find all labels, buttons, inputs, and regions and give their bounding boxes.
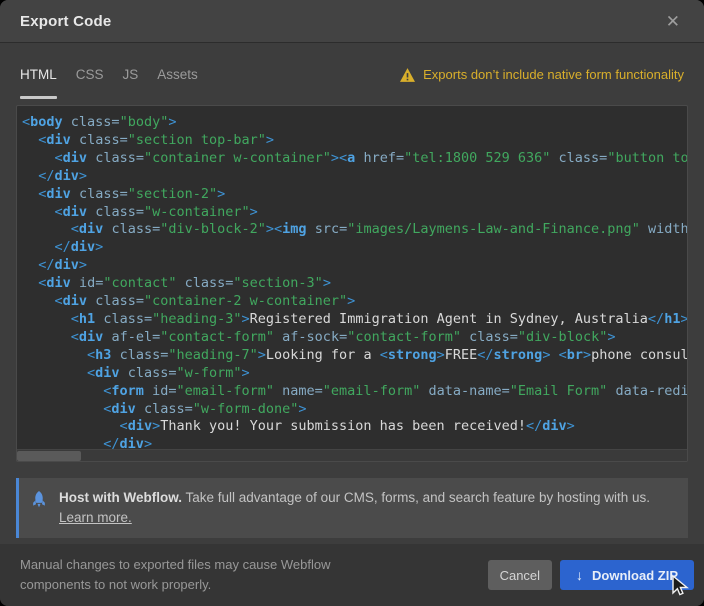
code-line: </div> [22, 168, 687, 186]
banner-text: Host with Webflow. Take full advantage o… [59, 488, 650, 528]
rocket-icon [19, 488, 59, 510]
code-line: <div id="contact" class="section-3"> [22, 275, 687, 293]
tab-js[interactable]: JS [123, 63, 139, 86]
code-line: <form id="email-form" name="email-form" … [22, 383, 687, 401]
banner-body-text: Take full advantage of our CMS, forms, a… [182, 490, 650, 505]
dialog-header: Export Code ✕ [0, 0, 704, 43]
code-line: <div class="container w-container"><a hr… [22, 150, 687, 168]
host-with-webflow-banner: Host with Webflow. Take full advantage o… [16, 478, 688, 538]
code-line: <div class="container-2 w-container"> [22, 293, 687, 311]
code-line: </div> [22, 257, 687, 275]
download-zip-button[interactable]: ↓ Download ZIP [560, 560, 694, 590]
banner-bold-text: Host with Webflow. [59, 490, 182, 505]
code-line: <div class="section-2"> [22, 186, 687, 204]
form-functionality-warning: Exports don’t include native form functi… [400, 67, 684, 82]
warning-text: Exports don’t include native form functi… [423, 67, 684, 82]
learn-more-link[interactable]: Learn more. [59, 508, 132, 528]
code-viewer[interactable]: <body class="body"> <div class="section … [16, 105, 688, 462]
close-icon[interactable]: ✕ [662, 11, 684, 32]
code-line: </div> [22, 239, 687, 257]
cancel-button[interactable]: Cancel [488, 560, 552, 590]
dialog-footer: Manual changes to exported files may cau… [0, 544, 704, 606]
code-line: <div af-el="contact-form" af-sock="conta… [22, 329, 687, 347]
code-line: </div> [22, 436, 687, 449]
code-line: <div class="section top-bar"> [22, 132, 687, 150]
export-code-dialog: Export Code ✕ HTML CSS JS Assets Exports… [0, 0, 704, 606]
download-icon: ↓ [576, 567, 583, 583]
tab-assets[interactable]: Assets [157, 63, 198, 86]
code-line: <div class="w-form"> [22, 365, 687, 383]
code-line: <h3 class="heading-7">Looking for a <str… [22, 347, 687, 365]
code-content: <body class="body"> <div class="section … [17, 106, 687, 449]
dialog-title: Export Code [20, 13, 111, 30]
code-line: <div class="w-form-done"> [22, 401, 687, 419]
download-zip-label: Download ZIP [592, 568, 678, 583]
code-line: <body class="body"> [22, 114, 687, 132]
code-line: <div class="w-container"> [22, 204, 687, 222]
horizontal-scrollbar[interactable] [17, 449, 687, 461]
tab-css[interactable]: CSS [76, 63, 104, 86]
footer-actions: Cancel ↓ Download ZIP [488, 560, 694, 590]
tab-bar: HTML CSS JS Assets Exports don’t include… [0, 44, 704, 105]
tab-html[interactable]: HTML [20, 63, 57, 86]
code-line: <h1 class="heading-3">Registered Immigra… [22, 311, 687, 329]
footer-note: Manual changes to exported files may cau… [20, 555, 365, 595]
code-line: <div>Thank you! Your submission has been… [22, 418, 687, 436]
warning-icon [400, 68, 415, 82]
code-line: <div class="div-block-2"><img src="image… [22, 221, 687, 239]
scrollbar-thumb[interactable] [17, 451, 81, 461]
